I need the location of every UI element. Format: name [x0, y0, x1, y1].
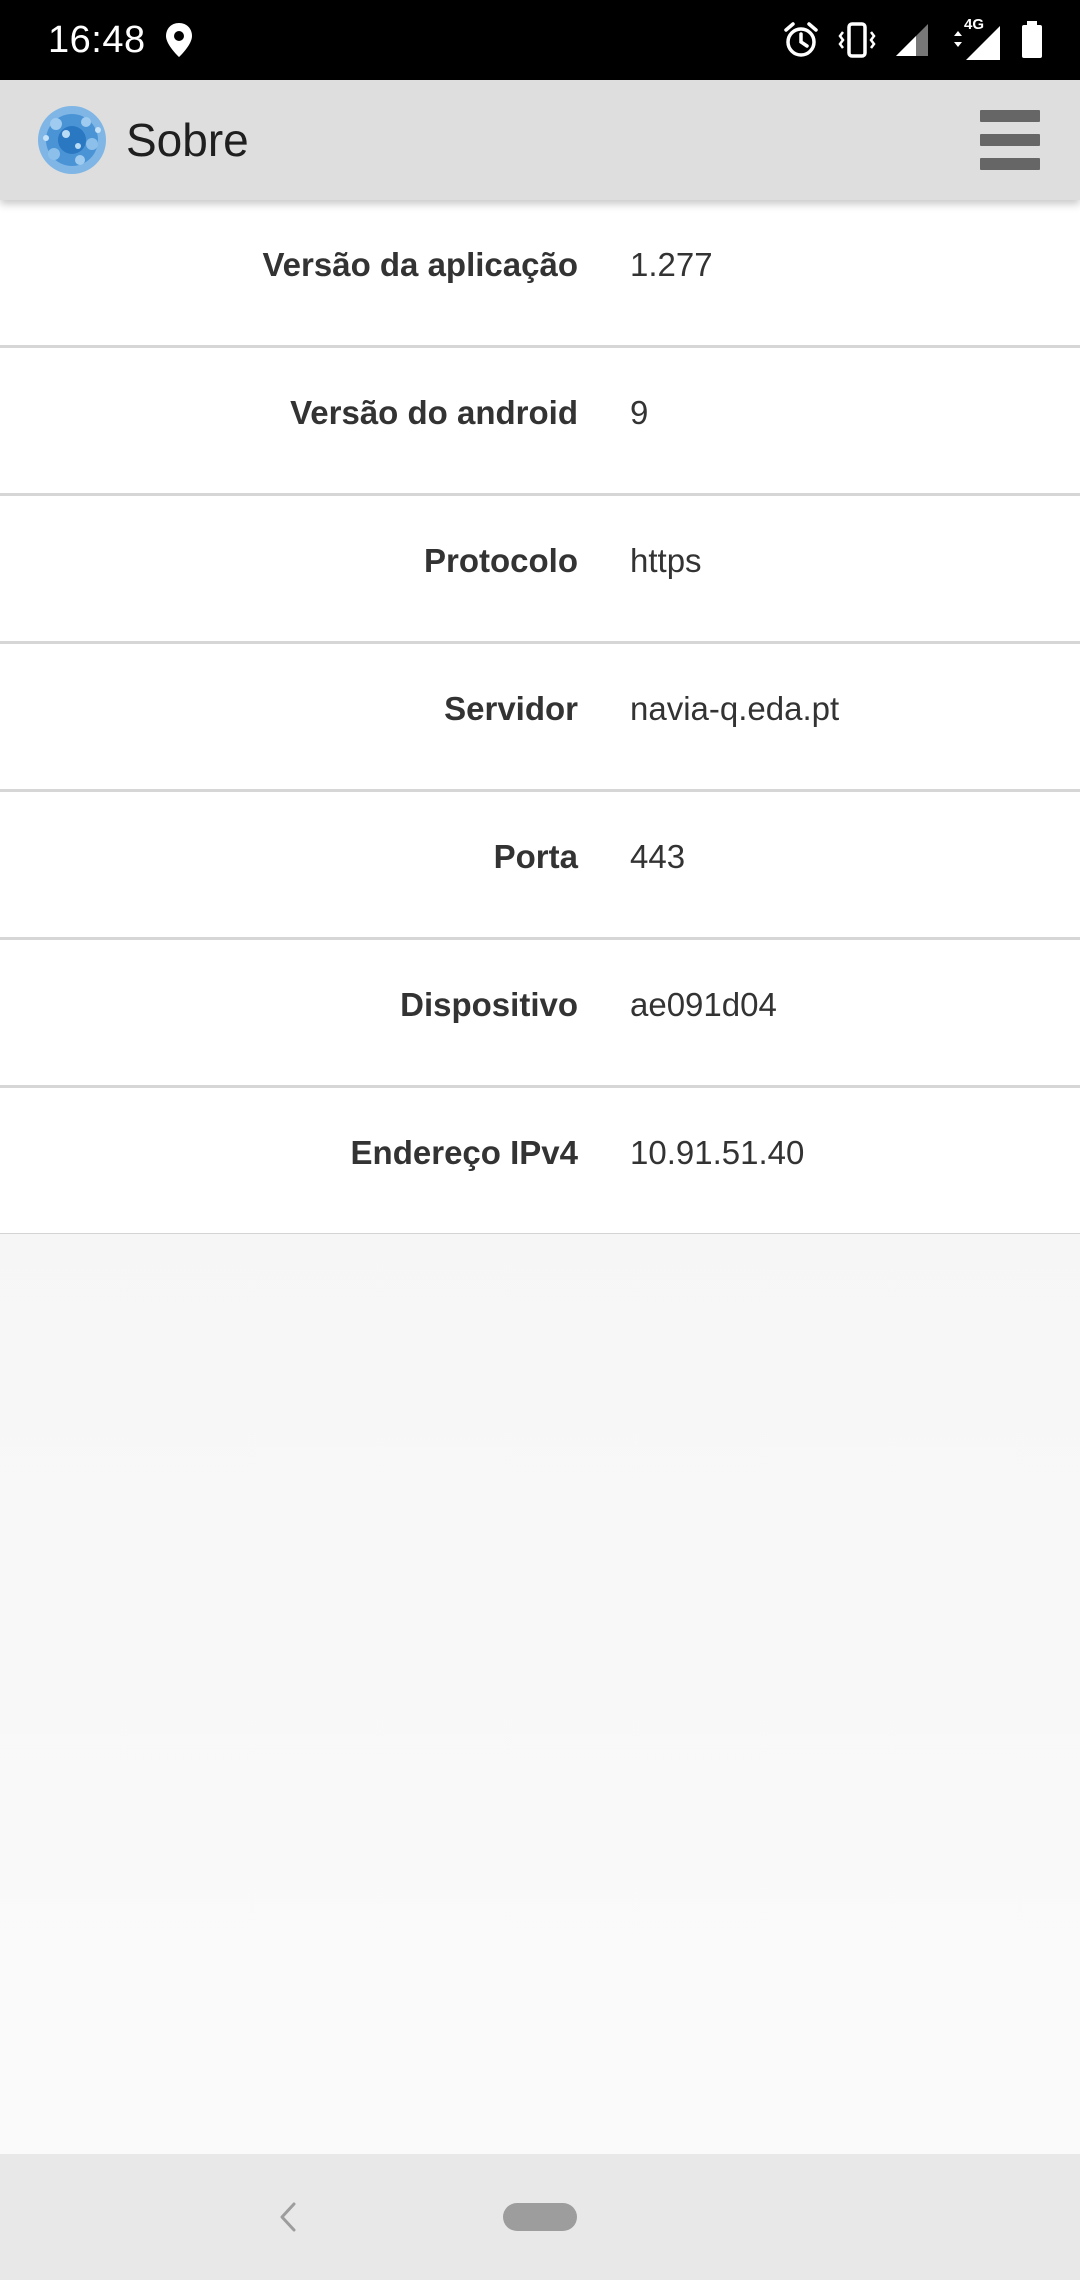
info-value: 10.91.51.40 [630, 1134, 805, 1171]
status-bar: 16:48 4G [0, 0, 1080, 80]
info-value: https [630, 542, 702, 579]
page-title: Sobre [126, 114, 249, 166]
status-time: 16:48 [48, 19, 146, 61]
menu-line [980, 134, 1040, 146]
app-bar: Sobre [0, 80, 1080, 200]
info-row-app-version: Versão da aplicação 1.277 [0, 200, 1080, 348]
info-value: navia-q.eda.pt [630, 690, 840, 727]
app-logo-icon [36, 104, 108, 176]
battery-icon [1020, 20, 1044, 60]
info-value: 443 [630, 838, 686, 875]
info-row-protocol: Protocolo https [0, 496, 1080, 644]
info-label: Versão do android [290, 394, 578, 431]
menu-line [980, 158, 1040, 170]
info-value: ae091d04 [630, 986, 777, 1023]
network-label: 4G [964, 16, 985, 33]
info-row-port: Porta 443 [0, 792, 1080, 940]
location-icon [164, 22, 194, 58]
network-4g-icon: 4G [948, 16, 1002, 62]
info-label: Endereço IPv4 [350, 1134, 578, 1171]
hamburger-menu-icon[interactable] [980, 110, 1040, 170]
info-value: 9 [630, 394, 649, 431]
info-row-android-version: Versão do android 9 [0, 348, 1080, 496]
info-row-device: Dispositivo ae091d04 [0, 940, 1080, 1088]
navigation-bar [0, 2154, 1080, 2280]
signal-icon [894, 22, 930, 58]
info-label: Porta [493, 838, 578, 875]
info-label: Servidor [444, 690, 578, 727]
info-row-server: Servidor navia-q.eda.pt [0, 644, 1080, 792]
info-value: 1.277 [630, 246, 713, 283]
back-icon[interactable] [268, 2194, 308, 2240]
menu-line [980, 110, 1040, 122]
info-label: Dispositivo [400, 986, 578, 1023]
vibrate-icon [838, 21, 876, 59]
status-icons: 4G [782, 0, 1044, 80]
info-row-ipv4-address: Endereço IPv4 10.91.51.40 [0, 1088, 1080, 1234]
info-label: Protocolo [424, 542, 578, 579]
about-info-list: Versão da aplicação 1.277 Versão do andr… [0, 200, 1080, 1234]
alarm-icon [782, 21, 820, 59]
home-pill-icon[interactable] [503, 2203, 577, 2231]
info-label: Versão da aplicação [262, 246, 578, 283]
